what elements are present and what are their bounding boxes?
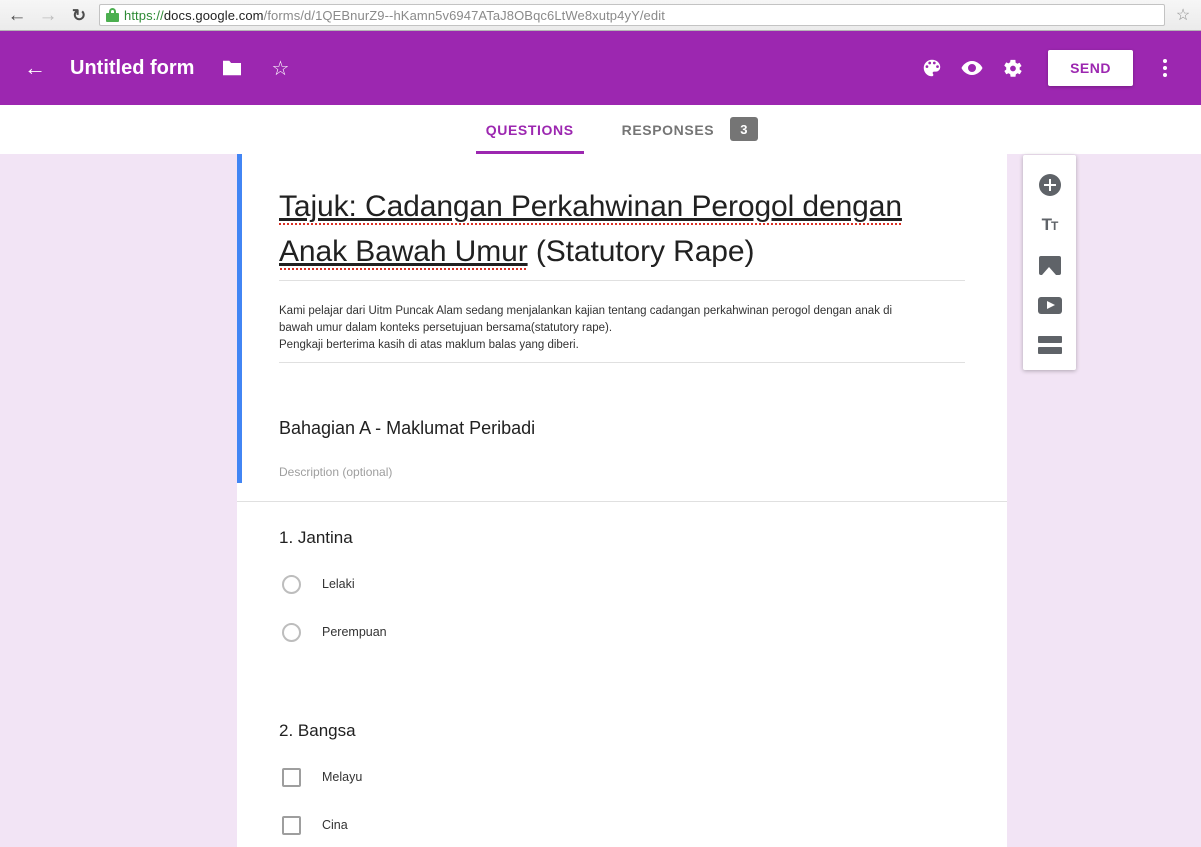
- option-label: Melayu: [322, 770, 363, 784]
- more-vertical-icon[interactable]: [1145, 48, 1185, 88]
- checkbox-icon[interactable]: [282, 815, 301, 835]
- option-row[interactable]: Perempuan: [279, 618, 965, 646]
- https-lock-icon: [106, 8, 119, 22]
- add-item-toolbar: TT: [1023, 155, 1076, 370]
- form-document-title[interactable]: Tajuk: Cadangan Perkahwinan Perogol deng…: [279, 184, 965, 281]
- selected-card-accent-bar: [237, 154, 242, 483]
- form-tabs: QUESTIONS RESPONSES 3: [237, 105, 1007, 154]
- form-description-line-1: Kami pelajar dari Uitm Puncak Alam sedan…: [279, 305, 893, 317]
- back-arrow-icon[interactable]: ←: [16, 49, 54, 87]
- image-icon[interactable]: [1030, 245, 1070, 285]
- option-row[interactable]: Melayu: [279, 763, 965, 791]
- back-arrow-icon[interactable]: ←: [3, 1, 31, 29]
- option-row[interactable]: Lelaki: [279, 570, 965, 598]
- app-header: ← Untitled form ☆ SEND: [0, 31, 1201, 105]
- form-description-line-3: Pengkaji berterima kasih di atas maklum …: [279, 339, 579, 351]
- browser-toolbar: ← → ↻ https://docs.google.com/forms/d/1Q…: [0, 0, 1201, 31]
- folder-icon[interactable]: [212, 48, 252, 88]
- section-icon[interactable]: [1030, 325, 1070, 365]
- eye-preview-icon[interactable]: [952, 48, 992, 88]
- form-title-block: Tajuk: Cadangan Perkahwinan Perogol deng…: [279, 154, 965, 281]
- url-host: docs.google.com: [163, 7, 264, 23]
- title-text-icon[interactable]: TT: [1030, 205, 1070, 245]
- option-label: Cina: [322, 818, 348, 832]
- section-header-block: Bahagian A - Maklumat Peribadi Descripti…: [279, 363, 965, 501]
- radio-icon[interactable]: [282, 574, 301, 594]
- checkbox-icon[interactable]: [282, 767, 301, 787]
- send-button[interactable]: SEND: [1048, 50, 1133, 86]
- tab-questions[interactable]: QUESTIONS: [462, 105, 598, 154]
- responses-count-badge: 3: [730, 117, 759, 141]
- palette-icon[interactable]: [912, 48, 952, 88]
- bookmark-star-icon[interactable]: ☆: [1171, 3, 1195, 27]
- header-actions: SEND: [912, 48, 1185, 88]
- option-label: Lelaki: [322, 577, 355, 591]
- question-title: 1. Jantina: [279, 528, 353, 547]
- form-card: Tajuk: Cadangan Perkahwinan Perogol deng…: [237, 154, 1007, 847]
- question-item-2[interactable]: 2. Bangsa Melayu Cina India: [279, 666, 965, 847]
- address-bar[interactable]: https://docs.google.com/forms/d/1QEBnurZ…: [99, 4, 1165, 26]
- video-icon[interactable]: [1030, 285, 1070, 325]
- reload-icon[interactable]: ↻: [65, 1, 93, 29]
- forward-arrow-icon[interactable]: →: [34, 1, 62, 29]
- gear-settings-icon[interactable]: [992, 48, 1032, 88]
- option-row[interactable]: Cina: [279, 811, 965, 839]
- url-scheme: https://: [124, 7, 164, 23]
- form-description-line-2: bawah umur dalam konteks persetujuan ber…: [279, 322, 613, 334]
- tab-responses[interactable]: RESPONSES 3: [598, 105, 783, 154]
- form-card-content: Tajuk: Cadangan Perkahwinan Perogol deng…: [237, 154, 1007, 847]
- question-item-1[interactable]: 1. Jantina Lelaki Perempuan: [279, 502, 965, 646]
- add-circle-icon[interactable]: [1030, 165, 1070, 205]
- url-text: https://docs.google.com/forms/d/1QEBnurZ…: [124, 8, 665, 23]
- radio-icon[interactable]: [282, 622, 301, 642]
- form-description[interactable]: Kami pelajar dari Uitm Puncak Alam sedan…: [279, 281, 965, 363]
- url-path: /forms/d/1QEBnurZ9--hKamn5v6947ATaJ8OBqc…: [263, 7, 665, 23]
- form-title[interactable]: Untitled form: [70, 57, 194, 80]
- question-title: 2. Bangsa: [279, 721, 356, 740]
- section-divider: [237, 501, 1007, 502]
- star-outline-icon[interactable]: ☆: [260, 48, 300, 88]
- form-title-suffix: (Statutory Rape): [527, 235, 755, 268]
- option-label: Perempuan: [322, 625, 387, 639]
- section-title[interactable]: Bahagian A - Maklumat Peribadi: [279, 418, 965, 439]
- section-description-placeholder[interactable]: Description (optional): [279, 439, 965, 501]
- tab-responses-label: RESPONSES: [621, 121, 715, 138]
